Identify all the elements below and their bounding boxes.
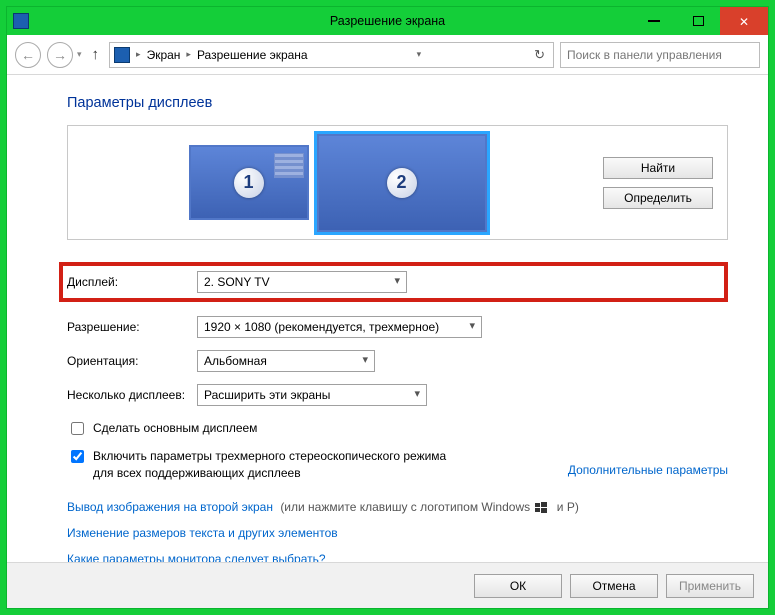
monitor-number-badge: 2 (387, 168, 417, 198)
history-dropdown-icon[interactable]: ▾ (77, 49, 82, 60)
search-input[interactable]: Поиск в панели управления (560, 42, 760, 68)
make-main-checkbox-row: Сделать основным дисплеем (67, 420, 728, 438)
monitor-2[interactable]: 2 (317, 134, 487, 232)
project-link-row: Вывод изображения на второй экран (или н… (67, 500, 728, 514)
breadcrumb-item[interactable]: Разрешение экрана (197, 48, 308, 62)
make-main-label: Сделать основным дисплеем (93, 420, 257, 437)
breadcrumb[interactable]: ▸ Экран ▸ Разрешение экрана ▾ ↻ (109, 42, 554, 68)
identify-button[interactable]: Определить (603, 187, 713, 209)
project-hint: (или нажмите клавишу с логотипом Windows (280, 500, 530, 514)
monitor-number-badge: 1 (234, 168, 264, 198)
resolution-select[interactable]: 1920 × 1080 (рекомендуется, трехмерное) (197, 316, 482, 338)
display-select[interactable]: 2. SONY TV (197, 271, 407, 293)
monitor-area[interactable]: 1 2 (82, 138, 593, 227)
display-arrangement-panel: 1 2 Найти Определить (67, 125, 728, 240)
cancel-button[interactable]: Отмена (570, 574, 658, 598)
enable-3d-label: Включить параметры трехмерного стереоско… (93, 448, 453, 482)
help-links: Вывод изображения на второй экран (или н… (67, 500, 728, 562)
monitor-1[interactable]: 1 (189, 145, 309, 220)
advanced-settings-link[interactable]: Дополнительные параметры (568, 462, 728, 479)
forward-button[interactable]: → (47, 42, 73, 68)
enable-3d-checkbox[interactable] (71, 450, 84, 463)
which-monitor-link[interactable]: Какие параметры монитора следует выбрать… (67, 552, 728, 562)
footer: ОК Отмена Применить (7, 562, 768, 608)
chevron-right-icon: ▸ (186, 49, 191, 60)
close-button[interactable] (720, 7, 768, 35)
multi-display-label: Несколько дисплеев: (67, 388, 197, 402)
text-size-link[interactable]: Изменение размеров текста и других элеме… (67, 526, 728, 540)
orientation-label: Ориентация: (67, 354, 197, 368)
content-area: Параметры дисплеев 1 2 Найти Определить … (7, 75, 768, 562)
window-controls (632, 7, 768, 35)
toolbar: ← → ▾ ↑ ▸ Экран ▸ Разрешение экрана ▾ ↻ … (7, 35, 768, 75)
project-hint-tail: и P) (557, 500, 579, 514)
enable-3d-checkbox-row: Включить параметры трехмерного стереоско… (67, 448, 728, 482)
windows-logo-icon (535, 502, 547, 513)
project-link[interactable]: Вывод изображения на второй экран (67, 500, 273, 514)
window: Разрешение экрана ← → ▾ ↑ ▸ Экран ▸ Разр… (6, 6, 769, 609)
panel-buttons: Найти Определить (603, 157, 713, 209)
orientation-select[interactable]: Альбомная (197, 350, 375, 372)
multi-display-select[interactable]: Расширить эти экраны (197, 384, 427, 406)
resolution-label: Разрешение: (67, 320, 197, 334)
monitor-icon (114, 47, 130, 63)
up-button[interactable]: ↑ (92, 46, 100, 63)
breadcrumb-item[interactable]: Экран (147, 48, 181, 62)
app-icon (13, 13, 29, 29)
orientation-row: Ориентация: Альбомная (67, 346, 728, 376)
maximize-button[interactable] (676, 7, 720, 35)
titlebar: Разрешение экрана (7, 7, 768, 35)
ok-button[interactable]: ОК (474, 574, 562, 598)
apply-button[interactable]: Применить (666, 574, 754, 598)
display-select-row: Дисплей: 2. SONY TV (59, 262, 728, 302)
find-button[interactable]: Найти (603, 157, 713, 179)
chevron-right-icon: ▸ (136, 49, 141, 60)
chevron-down-icon[interactable]: ▾ (417, 49, 422, 60)
resolution-row: Разрешение: 1920 × 1080 (рекомендуется, … (67, 312, 728, 342)
display-label: Дисплей: (67, 275, 197, 289)
monitor-decoration-icon (274, 153, 304, 178)
back-button[interactable]: ← (15, 42, 41, 68)
refresh-icon[interactable]: ↻ (530, 47, 549, 63)
minimize-button[interactable] (632, 7, 676, 35)
page-title: Параметры дисплеев (67, 95, 728, 111)
search-placeholder: Поиск в панели управления (567, 48, 722, 62)
make-main-checkbox[interactable] (71, 422, 84, 435)
multi-display-row: Несколько дисплеев: Расширить эти экраны (67, 380, 728, 410)
